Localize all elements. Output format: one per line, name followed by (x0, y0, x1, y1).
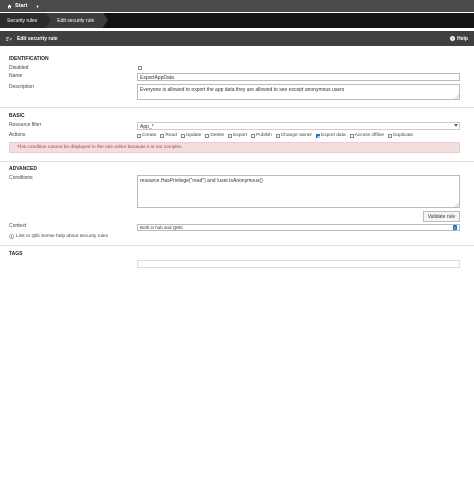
action-export-data[interactable]: Export data (316, 133, 346, 138)
resource-filter-label: Resource filter (9, 122, 42, 128)
disabled-checkbox[interactable] (138, 66, 142, 70)
resource-filter-value: App_* (140, 124, 154, 130)
action-duplicate-checkbox[interactable] (388, 133, 393, 138)
action-export[interactable]: Export (228, 133, 247, 138)
section-divider (0, 107, 474, 108)
breadcrumb-security-rules[interactable]: Security rules (0, 13, 52, 28)
start-menu-button[interactable]: Start ▼ (7, 3, 40, 9)
action-delete[interactable]: Delete (205, 133, 224, 138)
action-export-data-label: Export data (321, 133, 346, 138)
page-titlebar: Edit security rule ? Help (0, 31, 474, 46)
action-update-checkbox[interactable] (180, 133, 185, 138)
action-publish[interactable]: Publish (251, 133, 272, 138)
action-export-checkbox[interactable] (228, 133, 233, 138)
advanced-heading: ADVANCED (9, 166, 37, 172)
actions-label: Actions (9, 132, 26, 138)
home-icon (7, 4, 12, 8)
action-read[interactable]: Read (160, 133, 177, 138)
resize-handle-icon[interactable] (455, 203, 459, 207)
action-access-offline-checkbox[interactable] (349, 133, 354, 138)
help-link-label: Link to Qlik Sense help about security r… (16, 234, 108, 239)
action-export-data-checkbox[interactable] (316, 133, 321, 138)
disabled-label: Disabled (9, 65, 29, 71)
section-divider (0, 245, 474, 246)
resize-handle-icon[interactable] (455, 95, 459, 99)
action-create-checkbox[interactable] (137, 133, 141, 138)
select-arrow-icon: ⇕ (453, 225, 457, 230)
conditions-label: Conditions (9, 175, 33, 181)
action-access-offline[interactable]: Access offline (349, 133, 385, 138)
chevron-down-icon: ▼ (35, 3, 40, 9)
page-title: Edit security rule (17, 35, 58, 42)
help-icon: ? (450, 36, 456, 41)
action-change-owner-checkbox[interactable] (275, 133, 280, 138)
action-access-offline-label: Access offline (354, 133, 385, 138)
action-change-owner-label: Change owner (280, 133, 313, 138)
info-icon (9, 234, 14, 239)
identification-heading: IDENTIFICATION (9, 56, 49, 62)
action-update-label: Update (185, 133, 202, 138)
context-label: Context (9, 223, 27, 229)
actions-checkbox-group: Create Read Update Delete Export Publish… (137, 133, 417, 138)
help-label: Help (457, 35, 468, 42)
complex-condition-warning: This condition cannot be displayed in th… (9, 142, 460, 153)
basic-heading: BASIC (9, 113, 25, 119)
breadcrumb: Security rules Edit security rule (0, 13, 474, 28)
action-read-checkbox[interactable] (160, 133, 165, 138)
context-value: Both in hub and QMC (140, 225, 184, 230)
action-update[interactable]: Update (180, 133, 202, 138)
name-label: Name (9, 73, 23, 79)
help-button[interactable]: ? Help (450, 36, 468, 42)
tags-input[interactable] (137, 260, 460, 268)
description-field[interactable]: Everyone is allowed to export the app da… (137, 84, 460, 100)
action-duplicate[interactable]: Duplicate (388, 133, 413, 138)
action-change-owner[interactable]: Change owner (275, 133, 313, 138)
action-publish-checkbox[interactable] (251, 133, 256, 138)
help-link[interactable]: Link to Qlik Sense help about security r… (9, 234, 108, 239)
section-divider (0, 161, 474, 162)
context-select[interactable]: Both in hub and QMC ⇕ (137, 224, 460, 231)
conditions-editor[interactable]: resource.HasPrivilege("read") and !user.… (137, 175, 460, 208)
action-create-label: Create (142, 133, 157, 138)
action-delete-label: Delete (210, 133, 225, 138)
tags-heading: TAGS (9, 251, 23, 257)
name-field[interactable]: ExportAppData (137, 73, 460, 81)
action-create[interactable]: Create (137, 133, 156, 138)
breadcrumb-edit-security-rule: Edit security rule (46, 13, 109, 28)
resource-filter-input[interactable]: App_* (137, 122, 460, 130)
edit-rule-icon (6, 36, 12, 41)
action-delete-checkbox[interactable] (205, 133, 210, 138)
chevron-down-icon[interactable] (454, 124, 458, 127)
action-read-label: Read (165, 133, 177, 138)
hub-bar: Start ▼ (0, 0, 474, 12)
action-duplicate-label: Duplicate (393, 133, 414, 138)
action-export-label: Export (233, 133, 248, 138)
start-label: Start (15, 3, 28, 9)
validate-rule-button[interactable]: Validate rule (423, 211, 460, 222)
description-label: Description (9, 84, 35, 90)
action-publish-label: Publish (256, 133, 272, 138)
